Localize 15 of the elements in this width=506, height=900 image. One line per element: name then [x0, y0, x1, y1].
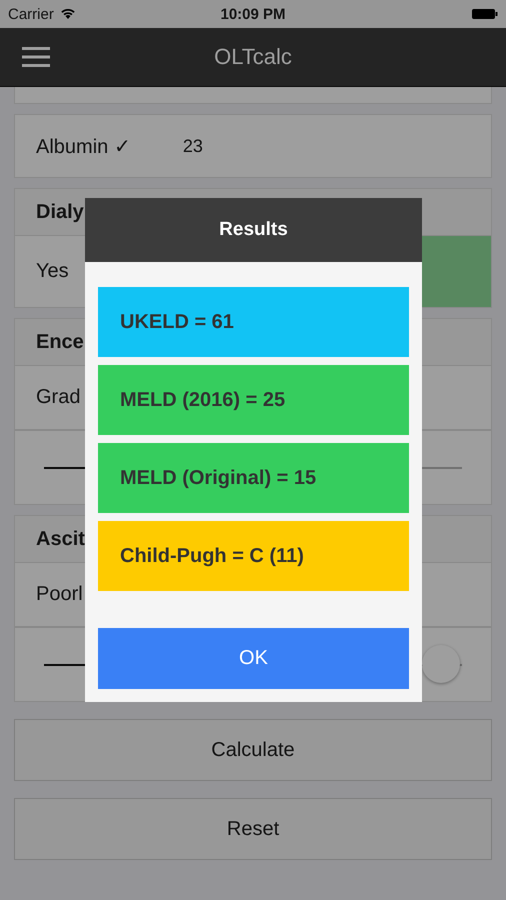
carrier-label: Carrier [8, 6, 54, 22]
clock-time: 10:09 PM [220, 6, 286, 22]
section-title: Ascit [36, 528, 85, 550]
result-card: UKELD = 61 [98, 287, 409, 357]
option-label: Yes [36, 260, 70, 283]
result-card: MELD (Original) = 15 [98, 443, 409, 513]
dialog-title: Results [219, 219, 288, 241]
option-label: Grad [36, 386, 80, 409]
section-title: Dialy [36, 200, 84, 224]
app-title: OLTcalc [214, 44, 292, 70]
section-title: Ence [36, 330, 84, 354]
field-label: Albumin ✓ [36, 134, 131, 158]
result-card: MELD (2016) = 25 [98, 365, 409, 435]
result-card: Child-Pugh = C (11) [98, 521, 409, 591]
option-label: Poorl [36, 583, 83, 606]
